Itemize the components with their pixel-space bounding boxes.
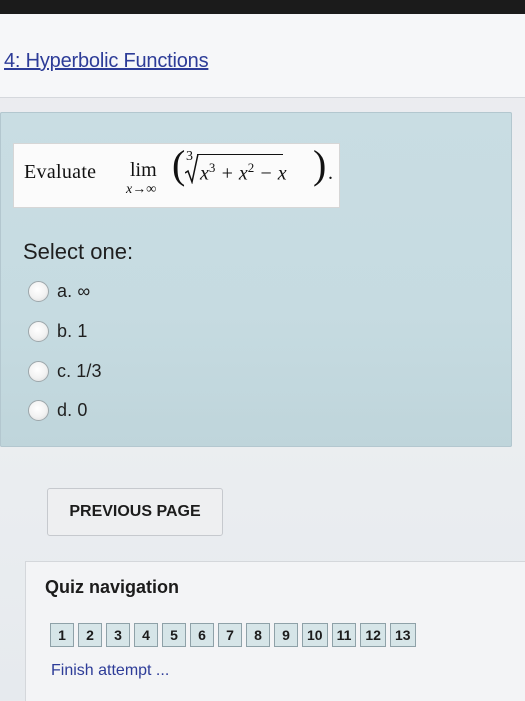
question-button-12[interactable]: 12 <box>360 623 386 647</box>
question-button-8[interactable]: 8 <box>246 623 270 647</box>
option-c-label: c. 1/3 <box>57 360 102 381</box>
paren-right: ) <box>313 142 327 187</box>
radio-icon[interactable] <box>28 320 49 342</box>
expr-minus-x: − x <box>254 162 287 185</box>
radio-icon[interactable] <box>28 280 49 302</box>
evaluate-label: Evaluate <box>24 161 97 183</box>
select-one-label: Select one: <box>23 239 134 264</box>
radio-icon[interactable] <box>28 360 49 382</box>
option-b-label: b. 1 <box>57 320 88 341</box>
option-d[interactable]: d. 0 <box>28 397 87 423</box>
option-d-label: d. 0 <box>57 399 88 420</box>
option-a-label: a. ∞ <box>57 280 91 301</box>
question-formula: Evaluate lim x→∞ ( 3 x3 + x2 − x ) . <box>13 142 340 208</box>
question-button-3[interactable]: 3 <box>106 623 130 647</box>
question-buttons: 1 2 3 4 5 6 7 8 9 10 11 12 13 <box>50 623 420 647</box>
paren-left: ( <box>172 142 186 187</box>
option-b[interactable]: b. 1 <box>28 318 87 344</box>
expr-x: x <box>200 162 209 185</box>
header-panel: 4: Hyperbolic Functions <box>0 14 525 98</box>
radio-icon[interactable] <box>28 399 49 421</box>
finish-attempt-link[interactable]: Finish attempt ... <box>51 662 169 680</box>
option-c[interactable]: c. 1/3 <box>28 358 102 384</box>
question-button-13[interactable]: 13 <box>389 623 416 647</box>
quiz-navigation-title: Quiz navigation <box>45 577 180 597</box>
section-link[interactable]: 4: Hyperbolic Functions <box>4 50 209 73</box>
previous-page-button[interactable]: PREVIOUS PAGE <box>47 488 223 536</box>
question-button-11[interactable]: 11 <box>331 623 357 647</box>
question-button-10[interactable]: 10 <box>302 623 328 647</box>
quiz-navigation-block: Quiz navigation 1 2 3 4 5 6 7 8 9 10 11 … <box>25 561 525 701</box>
question-button-5[interactable]: 5 <box>162 623 186 647</box>
question-button-4[interactable]: 4 <box>134 623 158 647</box>
expr-x2: x <box>238 162 248 185</box>
top-bezel <box>0 0 525 14</box>
radicand-expression: x3 + x2 − x <box>200 160 287 186</box>
radical-overline <box>197 154 283 155</box>
radical-icon <box>185 154 199 184</box>
question-button-2[interactable]: 2 <box>78 623 102 647</box>
question-button-9[interactable]: 9 <box>274 623 298 647</box>
question-button-1[interactable]: 1 <box>50 623 74 647</box>
question-button-7[interactable]: 7 <box>218 623 242 647</box>
end-dot: . <box>328 162 333 184</box>
expr-plus: + <box>215 162 239 185</box>
question-button-6[interactable]: 6 <box>190 623 214 647</box>
lim-subscript: x→∞ <box>126 182 157 197</box>
option-a[interactable]: a. ∞ <box>28 278 90 304</box>
lim-operator: lim <box>130 159 157 181</box>
